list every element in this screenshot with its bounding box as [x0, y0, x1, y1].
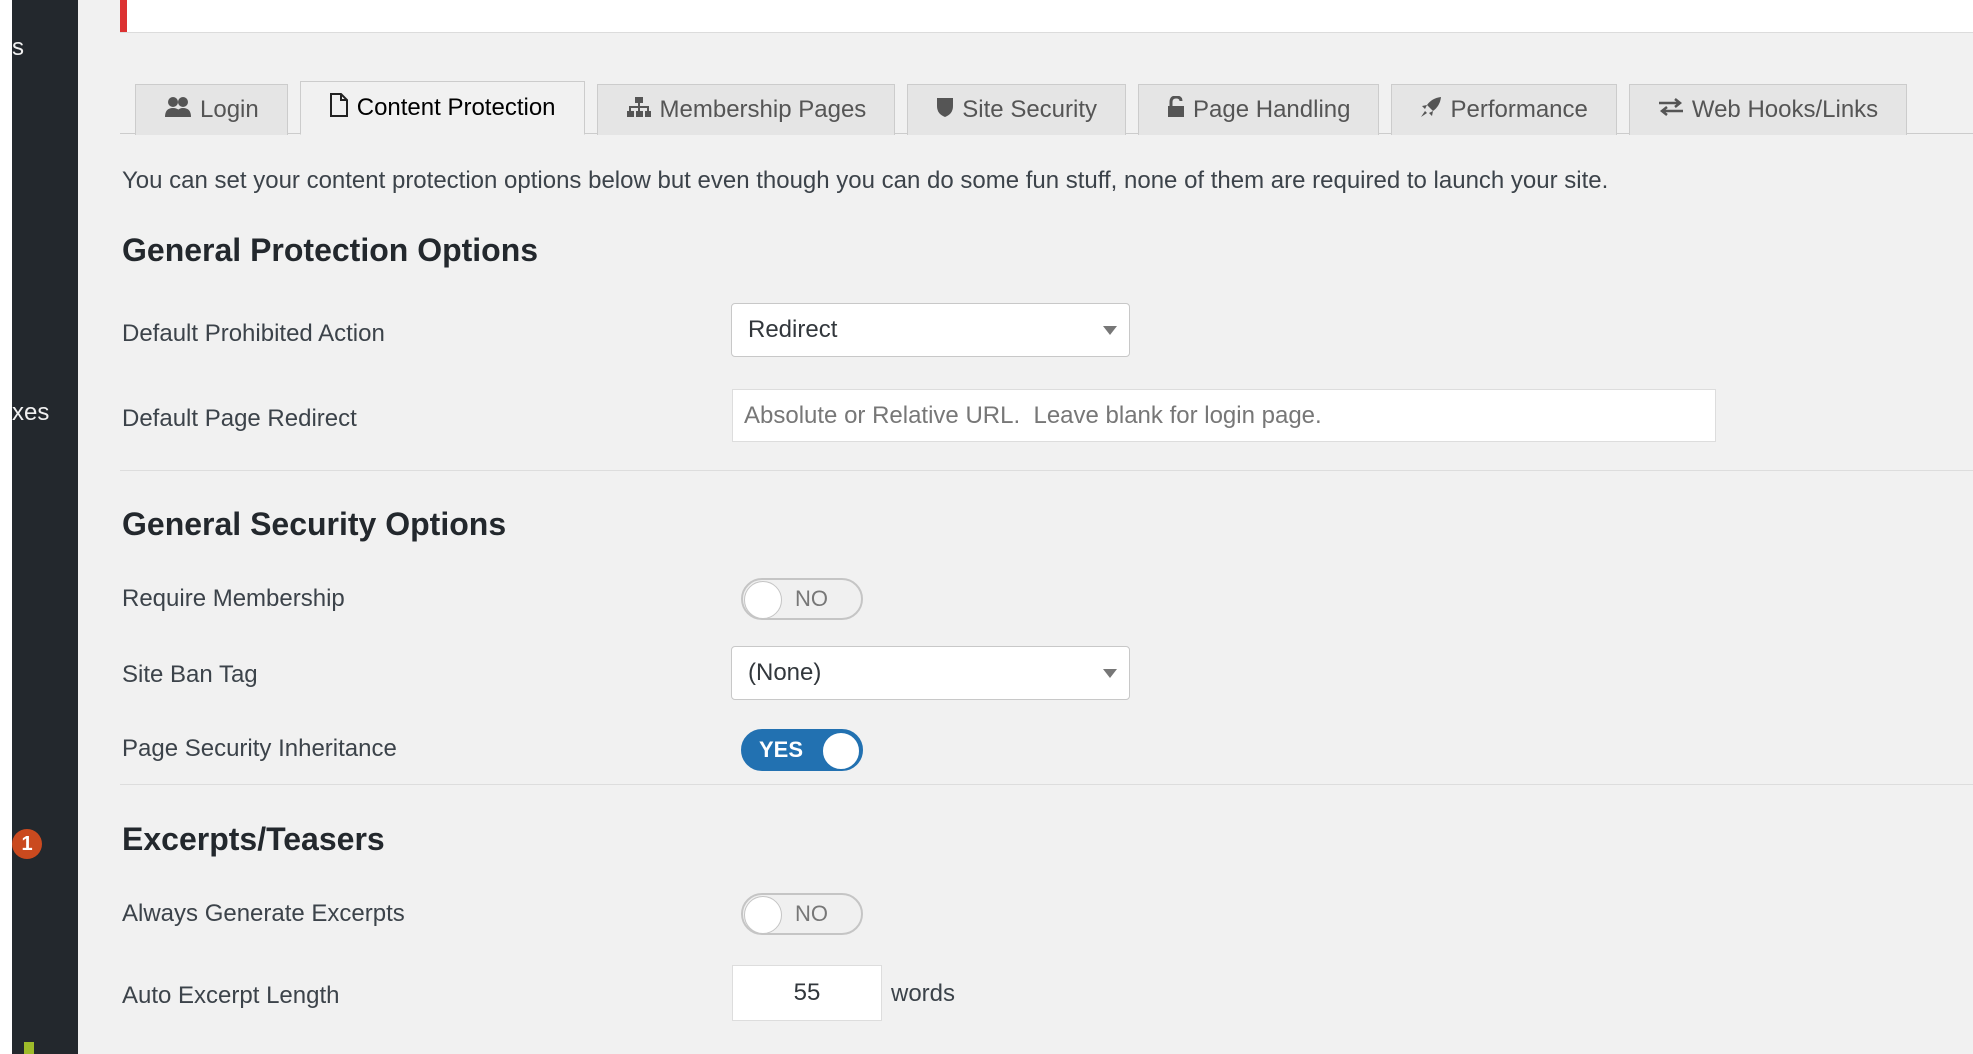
tab-page-handling[interactable]: Page Handling: [1138, 84, 1380, 135]
toggle-knob: [744, 896, 782, 934]
rocket-icon: [1420, 96, 1442, 124]
chevron-down-icon: [1103, 326, 1117, 335]
default-page-redirect-input[interactable]: [732, 389, 1716, 442]
tab-label: Site Security: [962, 96, 1098, 123]
default-page-redirect-label: Default Page Redirect: [122, 405, 357, 432]
shield-icon: [936, 96, 954, 124]
toggle-state: NO: [795, 586, 828, 611]
site-ban-tag-select[interactable]: (None): [731, 646, 1130, 700]
default-prohibited-action-label: Default Prohibited Action: [122, 320, 385, 347]
left-gutter: [0, 0, 12, 1054]
tab-content-protection[interactable]: Content Protection: [299, 81, 585, 135]
section-title-general-security: General Security Options: [122, 506, 507, 542]
lock-icon: [1167, 95, 1185, 124]
settings-tabs: Login Content Protection Membership Page…: [135, 81, 1919, 135]
tab-label: Content Protection: [356, 94, 556, 121]
section-title-excerpts: Excerpts/Teasers: [122, 821, 385, 857]
toggle-state: YES: [759, 737, 804, 762]
toggle-knob: [744, 581, 782, 619]
tab-membership-pages[interactable]: Membership Pages: [596, 84, 896, 135]
sidebar-fragment-top[interactable]: s: [12, 34, 24, 62]
require-membership-label: Require Membership: [122, 585, 345, 612]
exchange-icon: [1658, 97, 1684, 123]
require-membership-toggle[interactable]: NO: [741, 578, 863, 620]
document-icon: [329, 93, 349, 123]
always-generate-excerpts-label: Always Generate Excerpts: [122, 900, 405, 927]
notice-accent: [120, 0, 127, 32]
users-icon: [164, 96, 192, 124]
auto-excerpt-length-suffix: words: [891, 980, 956, 1007]
tab-performance[interactable]: Performance: [1391, 84, 1617, 135]
tab-label: Web Hooks/Links: [1691, 96, 1879, 123]
admin-sidebar: s xes 1: [12, 0, 78, 1054]
section-divider: [120, 784, 1973, 785]
update-count-badge[interactable]: 1: [12, 829, 42, 859]
section-divider: [120, 470, 1973, 471]
default-prohibited-action-select[interactable]: Redirect: [731, 303, 1130, 357]
page-security-inheritance-toggle[interactable]: YES: [741, 729, 863, 771]
tab-label: Performance: [1450, 96, 1588, 123]
toggle-state: NO: [795, 901, 828, 926]
tab-web-hooks-links[interactable]: Web Hooks/Links: [1628, 84, 1908, 135]
select-value: (None): [748, 659, 822, 686]
toggle-knob: [822, 732, 860, 770]
page-security-inheritance-label: Page Security Inheritance: [122, 735, 397, 762]
auto-excerpt-length-label: Auto Excerpt Length: [122, 982, 340, 1009]
tab-label: Login: [200, 96, 259, 123]
always-generate-excerpts-toggle[interactable]: NO: [741, 893, 863, 935]
tab-label: Membership Pages: [659, 96, 867, 123]
sitemap-icon: [626, 96, 652, 124]
settings-page: s xes 1 Login Content Protection Members…: [0, 0, 1973, 1054]
admin-notice-bar: [120, 0, 1973, 33]
tab-login[interactable]: Login: [135, 84, 288, 135]
intro-text: You can set your content protection opti…: [122, 167, 1609, 194]
section-title-general-protection: General Protection Options: [122, 232, 539, 268]
auto-excerpt-length-input[interactable]: [732, 965, 882, 1021]
tab-label: Page Handling: [1193, 96, 1351, 123]
tab-site-security[interactable]: Site Security: [907, 84, 1127, 135]
sidebar-fragment-mid[interactable]: xes: [12, 399, 49, 427]
select-value: Redirect: [748, 316, 838, 343]
chevron-down-icon: [1103, 669, 1117, 678]
sidebar-bottom-marker: [24, 1042, 34, 1054]
site-ban-tag-label: Site Ban Tag: [122, 661, 258, 688]
